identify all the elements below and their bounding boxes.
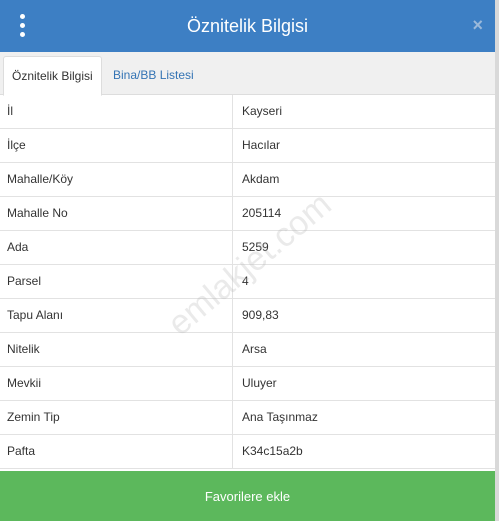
attribute-value: 205114 — [242, 206, 282, 220]
table-row: Mahalle/Köy Akdam — [0, 163, 495, 197]
table-row: Mevkii Uluyer — [0, 367, 495, 401]
attribute-key: Ada — [0, 231, 233, 264]
attribute-value: Ana Taşınmaz — [242, 410, 318, 424]
add-to-favorites-button[interactable]: Favorilere ekle — [0, 471, 495, 521]
table-row: İlçe Hacılar — [0, 129, 495, 163]
attribute-info-panel: Öznitelik Bilgisi × Öznitelik Bilgisi Bi… — [0, 0, 499, 521]
attribute-key: Mahalle No — [0, 197, 233, 230]
table-row: Pafta K34c15a2b — [0, 435, 495, 469]
table-row: Mahalle No 205114 — [0, 197, 495, 231]
table-row: İl Kayseri — [0, 95, 495, 129]
panel-header: Öznitelik Bilgisi × — [0, 0, 495, 52]
attribute-value: Akdam — [242, 172, 280, 186]
tab-attribute-info[interactable]: Öznitelik Bilgisi — [3, 56, 102, 96]
attribute-key: Mahalle/Köy — [0, 163, 233, 196]
attribute-key: Nitelik — [0, 333, 233, 366]
table-row: Parsel 4 — [0, 265, 495, 299]
kebab-menu-icon[interactable] — [12, 13, 32, 39]
attribute-key: Mevkii — [0, 367, 233, 400]
attribute-value: Kayseri — [242, 104, 283, 118]
attribute-value: Arsa — [242, 342, 267, 356]
attribute-value: 4 — [242, 274, 249, 288]
attribute-key: Zemin Tip — [0, 401, 233, 434]
attribute-key: İlçe — [0, 129, 233, 162]
attribute-value: Hacılar — [242, 138, 281, 152]
attribute-value: 909,83 — [242, 308, 279, 322]
attribute-value: 5259 — [242, 240, 269, 254]
attribute-key: Parsel — [0, 265, 233, 298]
table-row: Tapu Alanı 909,83 — [0, 299, 495, 333]
attribute-table: İl Kayseri İlçe Hacılar Mahalle/Köy Akda… — [0, 95, 495, 469]
attribute-value: K34c15a2b — [242, 444, 303, 458]
attribute-key: İl — [0, 95, 233, 128]
panel-title: Öznitelik Bilgisi — [186, 15, 309, 36]
attribute-key: Pafta — [0, 435, 233, 468]
close-icon[interactable]: × — [472, 14, 483, 36]
table-row: Zemin Tip Ana Taşınmaz — [0, 401, 495, 435]
table-row: Ada 5259 — [0, 231, 495, 265]
tab-bar: Öznitelik Bilgisi Bina/BB Listesi — [0, 52, 495, 96]
attribute-value: Uluyer — [242, 376, 277, 390]
attribute-key: Tapu Alanı — [0, 299, 233, 332]
table-row: Nitelik Arsa — [0, 333, 495, 367]
tab-building-list[interactable]: Bina/BB Listesi — [105, 56, 202, 95]
